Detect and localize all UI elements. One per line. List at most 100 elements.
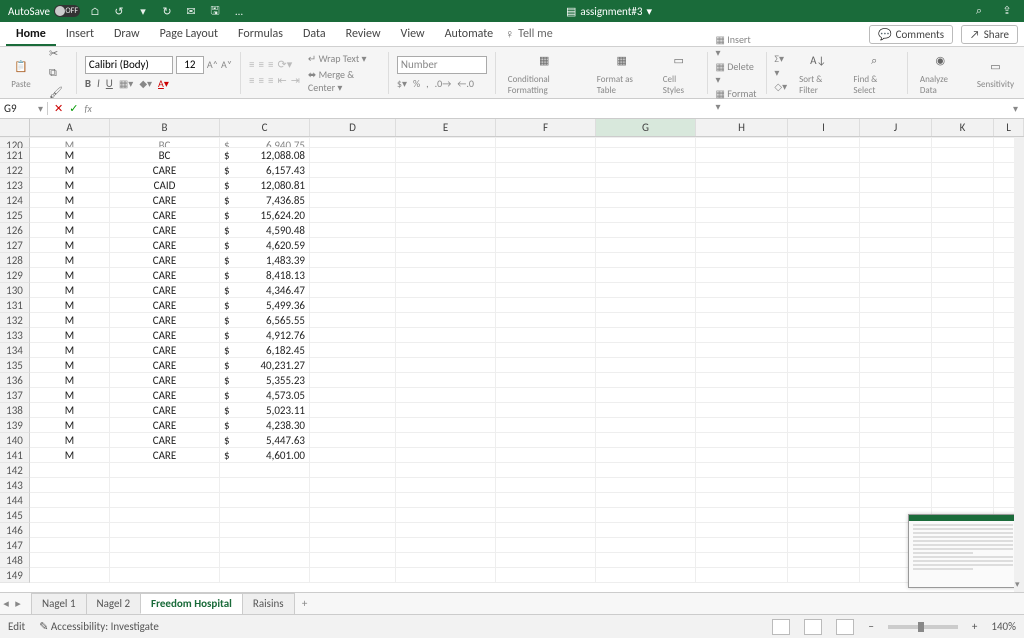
cell[interactable] [596, 448, 696, 463]
font-size-select[interactable] [176, 56, 204, 74]
cell[interactable] [788, 193, 860, 208]
cell[interactable] [596, 403, 696, 418]
cell[interactable] [596, 328, 696, 343]
row-header[interactable]: 139 [0, 418, 30, 433]
cell[interactable] [788, 208, 860, 223]
cell[interactable] [860, 193, 932, 208]
cell[interactable] [496, 358, 596, 373]
cell[interactable] [496, 148, 596, 163]
column-header-C[interactable]: C [220, 119, 310, 136]
cell[interactable] [396, 313, 496, 328]
sheet-tab-freedom-hospital[interactable]: Freedom Hospital [140, 593, 243, 614]
cell[interactable] [932, 178, 994, 193]
cell[interactable] [396, 223, 496, 238]
cell[interactable] [696, 328, 788, 343]
align-bot-icon[interactable]: ≡ [268, 58, 273, 71]
save-icon[interactable]: 🖫 [206, 2, 224, 21]
align-top-icon[interactable]: ≡ [249, 58, 254, 71]
sheet-tab-nagel-2[interactable]: Nagel 2 [86, 593, 142, 614]
cell[interactable] [788, 433, 860, 448]
column-header-D[interactable]: D [310, 119, 396, 136]
cell[interactable] [396, 328, 496, 343]
cell[interactable] [110, 463, 220, 478]
cell[interactable]: CARE [110, 403, 220, 418]
cell[interactable]: CARE [110, 163, 220, 178]
zoom-level[interactable]: 140% [991, 620, 1016, 633]
cell[interactable] [596, 193, 696, 208]
cell[interactable] [396, 163, 496, 178]
cell[interactable]: $6,565.55 [220, 313, 310, 328]
cell[interactable] [310, 553, 396, 568]
cell[interactable] [110, 493, 220, 508]
cell[interactable] [932, 418, 994, 433]
cell[interactable]: CARE [110, 283, 220, 298]
cell[interactable]: M [30, 403, 110, 418]
cell[interactable] [310, 193, 396, 208]
cell[interactable]: M [30, 343, 110, 358]
cell[interactable] [860, 493, 932, 508]
cell[interactable] [496, 418, 596, 433]
cell[interactable] [596, 433, 696, 448]
cell[interactable]: $5,023.11 [220, 403, 310, 418]
cell[interactable] [310, 223, 396, 238]
cell[interactable] [696, 313, 788, 328]
row-header[interactable]: 138 [0, 403, 30, 418]
cell[interactable] [496, 137, 596, 148]
row-header[interactable]: 132 [0, 313, 30, 328]
cell[interactable] [596, 223, 696, 238]
currency-button[interactable]: $▾ [397, 77, 407, 90]
cell[interactable] [860, 313, 932, 328]
cell[interactable]: M [30, 373, 110, 388]
cell[interactable]: M [30, 433, 110, 448]
analyze-data[interactable]: ◉Analyze Data [916, 50, 965, 96]
cell[interactable] [696, 373, 788, 388]
indent-dec-icon[interactable]: ⇤ [277, 74, 286, 87]
cell[interactable]: $4,573.05 [220, 388, 310, 403]
cell[interactable] [788, 523, 860, 538]
cell[interactable] [310, 137, 396, 148]
cell[interactable]: CARE [110, 223, 220, 238]
delete-cells-button[interactable]: ▦ Delete ▾ [716, 60, 758, 86]
cell[interactable]: M [30, 223, 110, 238]
cell[interactable] [310, 373, 396, 388]
cell[interactable] [596, 538, 696, 553]
cell[interactable] [310, 538, 396, 553]
increase-font-icon[interactable]: A˄ [207, 58, 218, 71]
format-painter-icon[interactable]: 🖌 [44, 84, 68, 101]
cell[interactable] [788, 178, 860, 193]
cell[interactable] [310, 358, 396, 373]
cell[interactable] [310, 148, 396, 163]
cell[interactable] [788, 538, 860, 553]
cell[interactable]: M [30, 253, 110, 268]
cell[interactable] [932, 358, 994, 373]
merge-center-button[interactable]: ⬌ Merge & Center ▾ [308, 68, 380, 94]
cell[interactable] [860, 238, 932, 253]
inc-decimal-icon[interactable]: .0→ [435, 77, 452, 90]
cell[interactable]: CARE [110, 373, 220, 388]
cell[interactable]: CARE [110, 208, 220, 223]
doc-title[interactable]: assignment#3 [580, 5, 642, 18]
row-header[interactable]: 135 [0, 358, 30, 373]
insert-cells-button[interactable]: ▦ Insert ▾ [716, 33, 758, 59]
cell[interactable]: $5,355.23 [220, 373, 310, 388]
view-page-layout-icon[interactable] [804, 619, 822, 635]
cell[interactable] [932, 208, 994, 223]
cell[interactable] [932, 433, 994, 448]
formula-expand-icon[interactable]: ▾ [1007, 102, 1024, 115]
cell[interactable] [396, 268, 496, 283]
floating-preview-window[interactable] [908, 514, 1018, 588]
cell[interactable] [396, 358, 496, 373]
cell[interactable] [496, 268, 596, 283]
cell[interactable] [696, 478, 788, 493]
cell[interactable] [596, 298, 696, 313]
cell[interactable] [496, 538, 596, 553]
row-header[interactable]: 128 [0, 253, 30, 268]
cell[interactable] [932, 478, 994, 493]
cell[interactable] [496, 343, 596, 358]
conditional-formatting[interactable]: ▦Conditional Formatting [504, 50, 585, 96]
cell[interactable] [396, 178, 496, 193]
enter-icon[interactable]: ✓ [69, 102, 78, 115]
cell[interactable] [110, 538, 220, 553]
cell[interactable] [696, 448, 788, 463]
cell[interactable] [932, 388, 994, 403]
